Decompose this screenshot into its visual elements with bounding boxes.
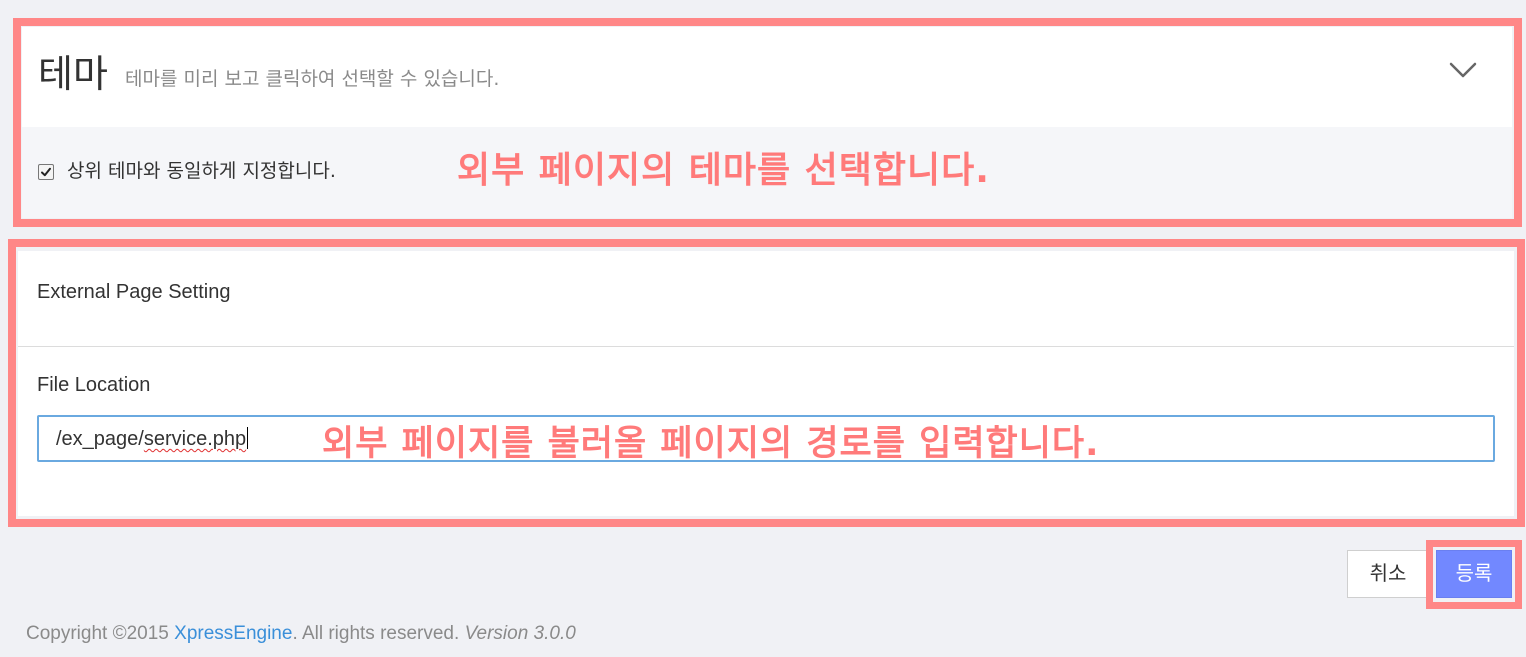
inherit-theme-label[interactable]: 상위 테마와 동일하게 지정합니다.: [67, 159, 336, 183]
footer-rights: . All rights reserved.: [292, 623, 464, 644]
submit-button[interactable]: 등록: [1436, 550, 1512, 598]
footer-copyright: Copyright ©2015: [26, 623, 174, 644]
theme-description: 테마를 미리 보고 클릭하여 선택할 수 있습니다.: [125, 67, 499, 91]
inherit-theme-checkbox[interactable]: [38, 164, 54, 180]
theme-title: 테마: [38, 51, 108, 97]
check-icon: [40, 166, 52, 178]
footer-version: Version 3.0.0: [465, 623, 576, 644]
file-location-value[interactable]: /ex_page/service.php: [56, 427, 248, 451]
annotation-path-note: 외부 페이지를 불러올 페이지의 경로를 입력합니다.: [322, 424, 1099, 464]
file-location-value-prefix: /ex_page/: [56, 428, 144, 450]
annotation-theme-note: 외부 페이지의 테마를 선택합니다.: [457, 150, 990, 192]
spellcheck-underlined-text: service.php: [144, 428, 246, 450]
file-location-label: File Location: [37, 373, 150, 397]
external-page-heading: External Page Setting: [37, 280, 230, 304]
cancel-button[interactable]: 취소: [1347, 550, 1429, 598]
external-page-panel: External Page Setting File Location /ex_…: [18, 251, 1514, 516]
text-caret: [247, 427, 248, 449]
theme-panel-header[interactable]: 테마 테마를 미리 보고 클릭하여 선택할 수 있습니다.: [22, 27, 1512, 127]
divider: [18, 346, 1514, 347]
footer-brand-link[interactable]: XpressEngine: [174, 623, 292, 644]
footer: Copyright ©2015 XpressEngine. All rights…: [26, 622, 576, 646]
chevron-down-icon[interactable]: [1448, 59, 1478, 81]
